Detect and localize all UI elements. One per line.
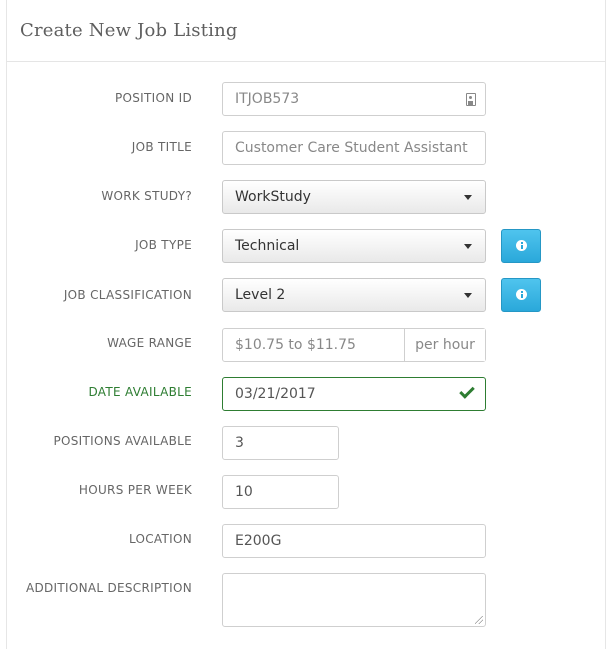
job-title-placeholder: Customer Care Student Assistant	[235, 140, 468, 156]
chevron-down-icon	[464, 244, 472, 249]
info-icon	[516, 240, 527, 251]
wage-range-group: $10.75 to $11.75 per hour	[222, 328, 486, 362]
wage-range-input[interactable]: $10.75 to $11.75	[223, 329, 405, 361]
wage-range-label: WAGE RANGE	[107, 336, 192, 350]
job-title-label: JOB TITLE	[131, 140, 192, 154]
location-label: LOCATION	[128, 532, 192, 546]
position-id-value: ITJOB573	[235, 91, 300, 107]
positions-available-value: 3	[235, 435, 244, 451]
positions-available-input[interactable]: 3	[222, 426, 339, 460]
date-available-input[interactable]: 03/21/2017	[222, 377, 486, 411]
location-input[interactable]: E200G	[222, 524, 486, 558]
additional-description-textarea[interactable]	[222, 573, 486, 627]
additional-description-label: ADDITIONAL DESCRIPTION	[25, 581, 192, 595]
work-study-selected: WorkStudy	[235, 189, 311, 205]
job-type-selected: Technical	[235, 238, 300, 254]
job-type-info-button[interactable]	[501, 229, 541, 263]
id-card-icon	[466, 93, 476, 106]
work-study-label: WORK STUDY?	[101, 189, 192, 203]
hours-per-week-input[interactable]: 10	[222, 475, 339, 509]
job-classification-selected: Level 2	[235, 287, 286, 303]
job-classification-info-button[interactable]	[501, 278, 541, 312]
hours-per-week-label: HOURS PER WEEK	[78, 483, 192, 497]
job-title-input[interactable]: Customer Care Student Assistant	[222, 131, 486, 165]
resize-handle-icon[interactable]	[475, 616, 483, 624]
chevron-down-icon	[464, 195, 472, 200]
date-available-label: DATE AVAILABLE	[88, 385, 192, 399]
info-icon	[516, 289, 527, 300]
chevron-down-icon	[464, 293, 472, 298]
wage-range-addon: per hour	[405, 329, 485, 361]
panel-header: Create New Job Listing	[6, 0, 606, 62]
check-icon	[459, 383, 475, 399]
location-value: E200G	[235, 533, 282, 549]
work-study-select[interactable]: WorkStudy	[222, 180, 486, 214]
positions-available-label: POSITIONS AVAILABLE	[53, 434, 192, 448]
position-id-field[interactable]: ITJOB573	[222, 82, 486, 116]
hours-per-week-value: 10	[235, 484, 253, 500]
position-id-label: POSITION ID	[114, 91, 192, 105]
panel-title: Create New Job Listing	[20, 20, 238, 41]
job-classification-label: JOB CLASSIFICATION	[63, 288, 192, 302]
job-type-select[interactable]: Technical	[222, 229, 486, 263]
job-type-label: JOB TYPE	[135, 238, 192, 252]
date-available-value: 03/21/2017	[235, 386, 316, 402]
job-classification-select[interactable]: Level 2	[222, 278, 486, 312]
